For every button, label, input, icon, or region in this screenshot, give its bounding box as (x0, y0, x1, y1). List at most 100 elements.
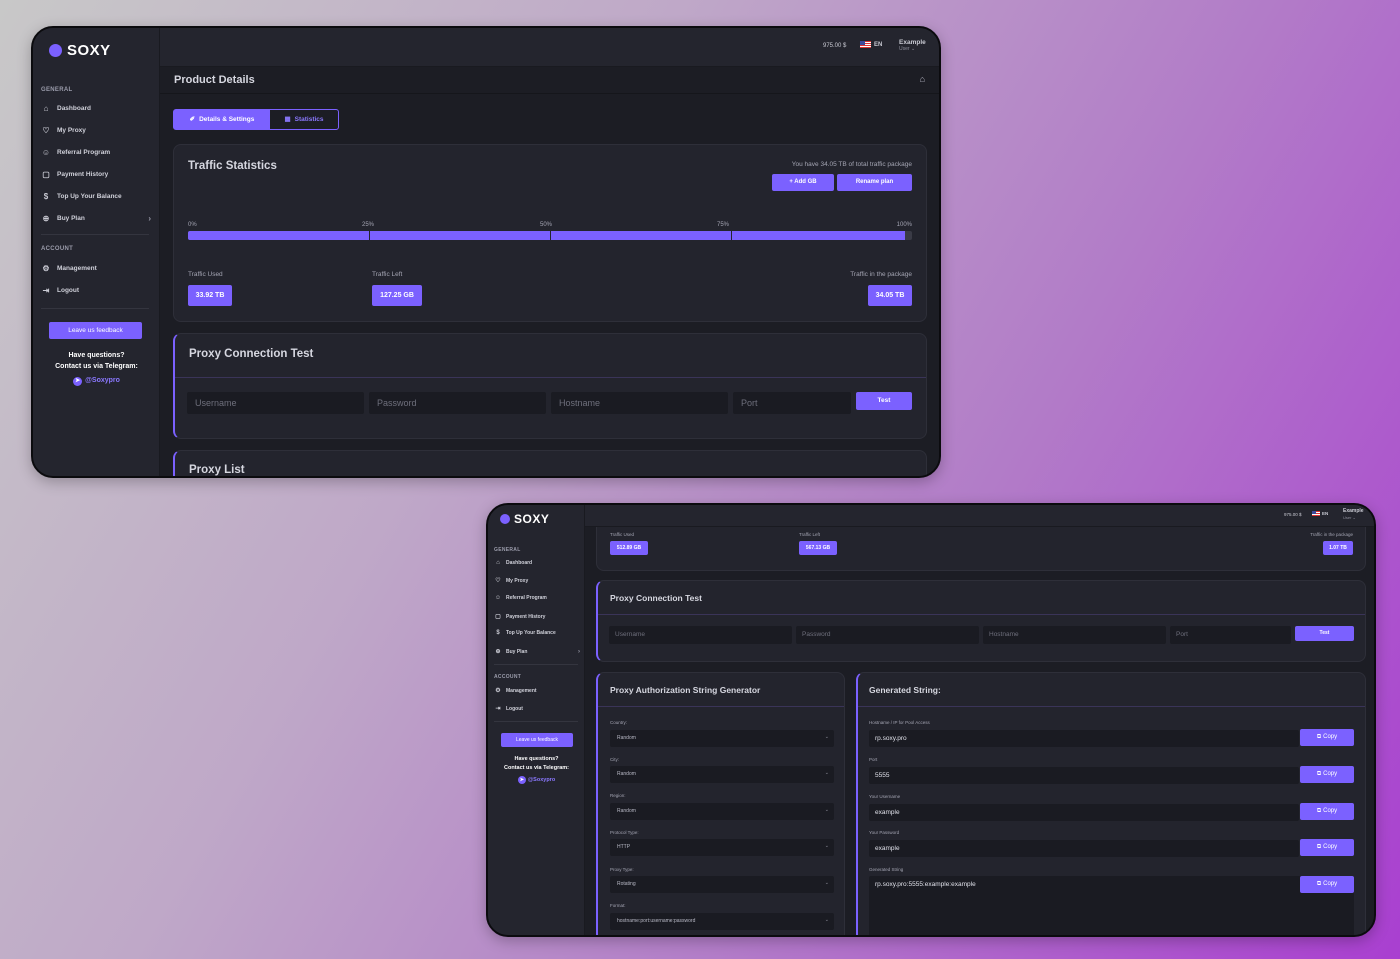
copy-port-button[interactable]: ⧉ Copy (1300, 766, 1354, 783)
traffic-left-label: Traffic Left (799, 532, 821, 537)
caret-down-icon: ⌄ (824, 843, 829, 849)
copy-icon: ⧉ (1316, 881, 1322, 887)
test-button[interactable]: Test (856, 392, 912, 410)
conn-title: Proxy Connection Test (610, 593, 702, 603)
password-value: example (869, 840, 1299, 857)
protocol-select[interactable]: HTTP ⌄ (610, 839, 834, 856)
sidebar-item-dashboard[interactable]: ⌂ Dashboard (41, 104, 91, 113)
traffic-statistics-card: Traffic Statistics You have 34.05 TB of … (173, 144, 927, 322)
username-input[interactable]: Username (187, 392, 364, 414)
sidebar-divider (41, 234, 149, 235)
us-flag-icon (860, 41, 871, 48)
copy-icon: ⧉ (1316, 808, 1322, 814)
sidebar-item-management[interactable]: ⚙ Management (494, 687, 536, 695)
sidebar-item-referral[interactable]: ☺ Referral Program (41, 148, 110, 157)
hostname-input[interactable]: Hostname (551, 392, 728, 414)
copy-generated-string-button[interactable]: ⧉ Copy (1300, 876, 1354, 893)
logo[interactable]: SOXY (500, 512, 549, 526)
proxy-connection-test-card: Proxy Connection Test Username Password … (173, 333, 927, 439)
gear-icon: ⚙ (42, 264, 50, 273)
region-select[interactable]: Random ⌄ (610, 803, 834, 820)
feedback-button[interactable]: Leave us feedback (501, 733, 573, 747)
copy-icon: ⧉ (1316, 734, 1322, 740)
traffic-left-label: Traffic Left (372, 271, 403, 278)
feedback-button[interactable]: Leave us feedback (49, 322, 142, 339)
home-icon[interactable]: ⌂ (920, 74, 925, 84)
copy-icon: ⧉ (1316, 771, 1322, 777)
port-input[interactable]: Port (733, 392, 851, 414)
traffic-used-badge: 33.92 TB (188, 285, 232, 306)
user-menu[interactable]: Example User ⌄ (899, 39, 926, 53)
password-input[interactable]: Password (796, 626, 979, 644)
users-icon: ☺ (41, 148, 51, 157)
username-value: example (869, 804, 1299, 821)
username-input[interactable]: Username (609, 626, 792, 644)
traffic-used-label: Traffic Used (610, 532, 635, 537)
progress-divider (550, 231, 551, 240)
copy-username-button[interactable]: ⧉ Copy (1300, 803, 1354, 820)
hostname-input[interactable]: Hostname (983, 626, 1166, 644)
traffic-left-badge: 127.25 GB (372, 285, 422, 306)
sidebar-item-management[interactable]: ⚙ Management (41, 264, 96, 273)
caret-down-icon: ⌄ (824, 807, 829, 813)
sidebar-item-my-proxy[interactable]: ♡ My Proxy (494, 577, 528, 585)
language-selector[interactable]: EN (860, 41, 882, 48)
sidebar-item-payment-history[interactable]: ▢ Payment History (41, 170, 108, 179)
globe-icon: ⊕ (495, 649, 501, 655)
format-select[interactable]: hostname:port:username:password ⌄ (610, 913, 834, 930)
sidebar-item-buy-plan[interactable]: ⊕ Buy Plan › (41, 214, 151, 223)
sidebar-item-buy-plan[interactable]: ⊕ Buy Plan › (494, 648, 580, 656)
traffic-left-badge: 567.13 GB (799, 541, 837, 555)
format-label: Format: (610, 903, 626, 908)
copy-password-button[interactable]: ⧉ Copy (1300, 839, 1354, 856)
progress-divider (369, 231, 370, 240)
tab-details-settings[interactable]: ✐ Details & Settings (174, 110, 270, 129)
telegram-link[interactable]: ➤ @Soxypro (33, 377, 160, 386)
generated-string-value: rp.soxy.pro:5555:example:example (869, 876, 1354, 935)
add-gb-button[interactable]: + Add GB (772, 174, 834, 191)
logo[interactable]: SOXY (49, 42, 111, 59)
tick-label: 50% (540, 222, 553, 228)
sidebar-item-logout[interactable]: ⇥ Logout (41, 286, 79, 295)
sidebar-item-top-up[interactable]: $ Top Up Your Balance (494, 630, 555, 636)
tab-statistics[interactable]: ▦ Statistics (270, 110, 338, 129)
copy-hostname-button[interactable]: ⧉ Copy (1300, 729, 1354, 746)
password-input[interactable]: Password (369, 392, 546, 414)
city-select[interactable]: Random ⌄ (610, 766, 834, 783)
sidebar-item-dashboard[interactable]: ⌂ Dashboard (494, 560, 532, 566)
username-label: Your Username (869, 794, 901, 799)
rename-plan-button[interactable]: Rename plan (837, 174, 912, 191)
proxy-type-select[interactable]: Rotating ⌄ (610, 876, 834, 893)
receipt-icon: ▢ (495, 614, 501, 620)
section-account: ACCOUNT (494, 674, 522, 680)
sidebar-divider (41, 308, 149, 309)
country-select[interactable]: Random ⌄ (610, 730, 834, 747)
test-button[interactable]: Test (1295, 626, 1354, 641)
string-generator-card: Proxy Authorization String Generator Cou… (596, 672, 845, 935)
conn-title: Proxy Connection Test (189, 348, 314, 360)
sidebar-item-top-up[interactable]: $ Top Up Your Balance (41, 192, 122, 201)
telegram-link[interactable]: ➤ @Soxypro (488, 776, 585, 784)
help-text: Have questions? Contact us via Telegram: (504, 756, 569, 771)
caret-down-icon: ⌄ (824, 770, 829, 776)
language-selector[interactable]: EN (1312, 511, 1328, 517)
sidebar-item-my-proxy[interactable]: ♡ My Proxy (41, 126, 86, 135)
sidebar-item-payment-history[interactable]: ▢ Payment History (494, 613, 545, 621)
topbar: 975.00 $ EN Example User ⌄ (160, 28, 939, 67)
user-menu[interactable]: Example User ⌄ (1343, 508, 1364, 520)
city-label: City: (610, 757, 619, 762)
chevron-right-icon: › (148, 214, 151, 223)
card-header (598, 581, 1365, 615)
topbar: 975.00 $ EN Example User ⌄ (585, 505, 1374, 527)
port-input[interactable]: Port (1170, 626, 1291, 644)
globe-icon: ⊕ (42, 214, 50, 223)
traffic-note: You have 34.05 TB of total traffic packa… (791, 161, 912, 168)
progress-divider (731, 231, 732, 240)
window-string-generator: SOXY GENERAL ⌂ Dashboard ♡ My Proxy ☺ Refer… (486, 503, 1376, 937)
traffic-used-label: Traffic Used (188, 271, 223, 278)
sidebar-item-logout[interactable]: ⇥ Logout (494, 705, 522, 713)
logo-icon (49, 44, 62, 57)
page-header: Product Details ⌂ (160, 67, 939, 94)
sidebar-item-referral[interactable]: ☺ Referral Program (494, 595, 547, 601)
section-general: GENERAL (41, 87, 73, 93)
